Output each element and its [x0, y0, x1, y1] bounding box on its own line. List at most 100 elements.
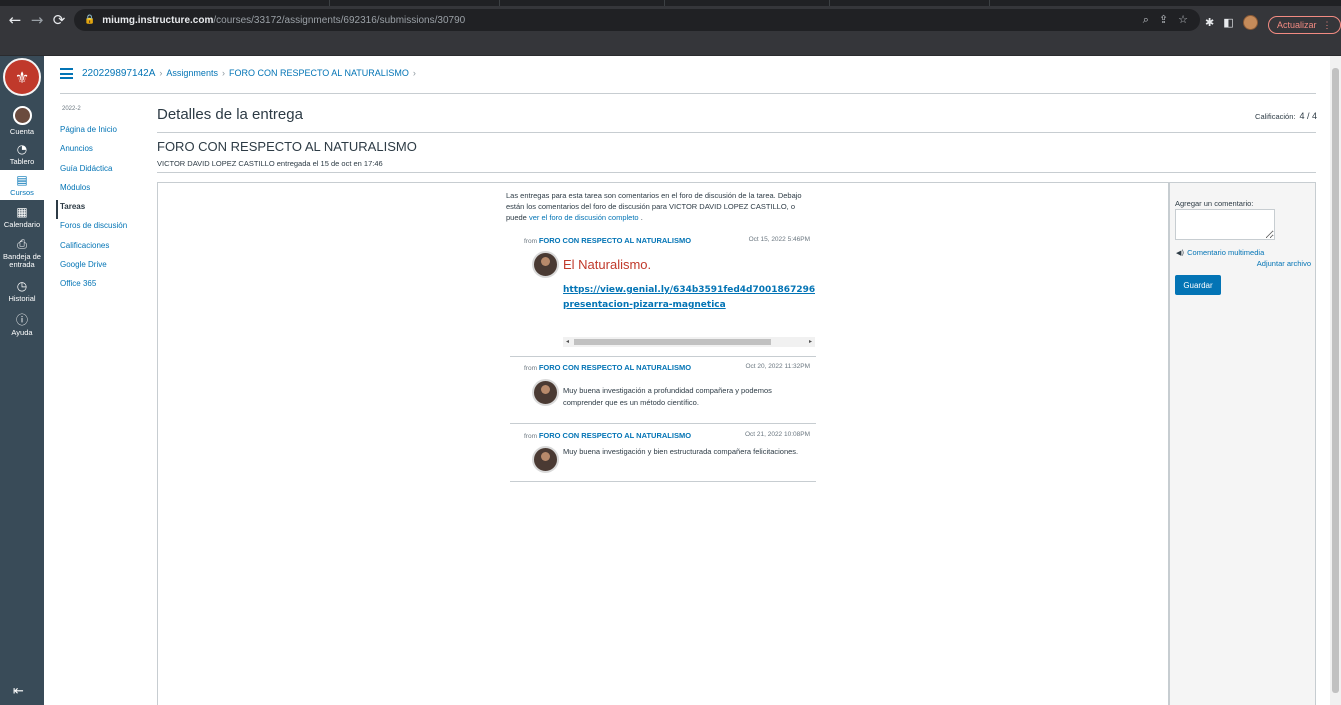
full-discussion-link[interactable]: ver el foro de discusión completo	[529, 213, 639, 222]
url-host: miumg.instructure.com	[102, 14, 214, 26]
course-nav-grades[interactable]: Calificaciones	[56, 239, 148, 258]
course-navigation: Página de Inicio Anuncios Guía Didáctica…	[56, 123, 148, 297]
entry-date: Oct 20, 2022 11:32PM	[745, 363, 810, 370]
grade-display: Calificación: 4 / 4	[1255, 111, 1317, 121]
scrollbar-thumb[interactable]	[574, 339, 771, 345]
course-nav-google-drive[interactable]: Google Drive	[56, 258, 148, 277]
breadcrumb-course[interactable]: 220229897142A	[82, 68, 155, 79]
course-nav-assignments[interactable]: Tareas	[56, 200, 148, 220]
link-line-2[interactable]: presentacion-pizarra-magnetica	[563, 298, 815, 313]
side-panel-icon[interactable]: ◧	[1223, 16, 1233, 29]
update-browser-button[interactable]: Actualizar ⋮	[1268, 16, 1341, 34]
share-icon[interactable]: ⇪	[1159, 13, 1168, 27]
scroll-right-icon[interactable]: ▸	[809, 337, 812, 347]
from-label: from	[524, 433, 537, 440]
from-label: from	[524, 365, 537, 372]
divider	[510, 423, 816, 424]
entry-forum-link[interactable]: FORO CON RESPECTO AL NATURALISMO	[539, 431, 691, 440]
bookmarks-bar	[0, 34, 1341, 56]
submission-intro: Las entregas para esta tarea son comenta…	[506, 190, 811, 223]
global-nav-account[interactable]: Cuenta	[0, 106, 44, 136]
global-nav-label: Ayuda	[11, 328, 33, 337]
comment-textarea[interactable]	[1175, 209, 1275, 240]
intro-end: .	[640, 213, 643, 222]
course-nav-announcements[interactable]: Anuncios	[56, 142, 148, 161]
page-scrollbar[interactable]	[1330, 56, 1341, 705]
global-nav-dashboard[interactable]: ◔ Tablero	[0, 143, 44, 166]
assignment-title: FORO CON RESPECTO AL NATURALISMO	[157, 139, 417, 154]
entry-text: Muy buena investigación a profundidad co…	[563, 386, 772, 407]
entry-date: Oct 21, 2022 10:08PM	[744, 431, 810, 438]
url-path: /courses/33172/assignments/692316/submis…	[213, 14, 466, 26]
page-title: Detalles de la entrega	[157, 106, 303, 123]
help-icon: ⓘ	[15, 313, 28, 327]
entry-header: from FORO CON RESPECTO AL NATURALISMO Oc…	[524, 236, 810, 245]
global-nav-courses[interactable]: ▤ Cursos	[0, 170, 44, 200]
course-nav-modules[interactable]: Módulos	[56, 181, 148, 200]
profile-avatar[interactable]	[1242, 15, 1258, 30]
comment-label: Agregar un comentario:	[1175, 199, 1254, 208]
breadcrumb-assignments[interactable]: Assignments	[166, 68, 218, 78]
divider	[60, 93, 1316, 94]
media-comment-label[interactable]: Comentario multimedia	[1187, 248, 1264, 257]
attach-file-link[interactable]: Adjuntar archivo	[1257, 259, 1311, 268]
entry-forum-link[interactable]: FORO CON RESPECTO AL NATURALISMO	[539, 363, 691, 372]
submitted-date: entregada el 15 de oct en 17:46	[276, 159, 383, 168]
reload-icon[interactable]: ⟳	[48, 9, 70, 31]
grade-value: 4 / 4	[1299, 111, 1317, 121]
course-nav-guide[interactable]: Guía Didáctica	[56, 162, 148, 181]
media-comment-link[interactable]: ◀) Comentario multimedia	[1176, 248, 1264, 257]
entry-header: from FORO CON RESPECTO AL NATURALISMO Oc…	[524, 363, 810, 372]
entry-header: from FORO CON RESPECTO AL NATURALISMO Oc…	[524, 431, 810, 440]
scroll-left-icon[interactable]: ◂	[566, 337, 569, 347]
global-nav-help[interactable]: ⓘ Ayuda	[0, 314, 44, 337]
back-arrow-icon[interactable]: ←	[4, 9, 26, 31]
submission-frame	[157, 182, 1169, 705]
global-nav-label: Tablero	[9, 157, 35, 166]
breadcrumb-separator: ›	[221, 68, 225, 78]
global-navigation: ⚜ Cuenta ◔ Tablero ▤ Cursos ▦ Calendario…	[0, 56, 44, 705]
dashboard-icon: ◔	[16, 142, 28, 156]
save-button[interactable]: Guardar	[1175, 275, 1221, 295]
breadcrumb: 220229897142A › Assignments › FORO CON RESPE…	[82, 68, 420, 79]
entry-text: Muy buena investigación y bien estructur…	[563, 447, 799, 456]
page-scrollbar-thumb[interactable]	[1332, 68, 1339, 693]
bookmark-star-icon[interactable]: ☆	[1178, 13, 1188, 27]
global-nav-label: Cuenta	[9, 127, 35, 136]
course-menu-toggle[interactable]	[60, 68, 73, 79]
divider	[510, 481, 816, 482]
global-nav-history[interactable]: ◷ Historial	[0, 280, 44, 303]
link-line-1[interactable]: https://view.genial.ly/634b3591fed4d7001…	[563, 283, 815, 298]
global-nav-label: Calendario	[3, 220, 41, 229]
divider	[157, 132, 1316, 133]
from-label: from	[524, 238, 537, 245]
collapse-nav-icon[interactable]: ⇤	[13, 684, 24, 699]
zoom-icon[interactable]: ⌕	[1143, 13, 1149, 27]
global-nav-calendar[interactable]: ▦ Calendario	[0, 206, 44, 229]
entry-title: El Naturalismo.	[563, 257, 652, 272]
kebab-menu-icon: ⋮	[1322, 19, 1332, 30]
inbox-icon: ⎙	[17, 237, 27, 251]
courses-icon: ▤	[16, 173, 28, 187]
breadcrumb-assignment[interactable]: FORO CON RESPECTO AL NATURALISMO	[229, 68, 409, 78]
course-nav-discussions[interactable]: Foros de discusión	[56, 219, 148, 238]
address-bar[interactable]: 🔒 miumg.instructure.com/courses/33172/as…	[74, 9, 1200, 31]
entry-author-avatar	[532, 251, 559, 278]
forward-arrow-icon[interactable]: →	[26, 9, 48, 31]
university-logo[interactable]: ⚜	[3, 58, 41, 96]
genially-link[interactable]: https://view.genial.ly/634b3591fed4d7001…	[563, 283, 815, 313]
entry-forum-link[interactable]: FORO CON RESPECTO AL NATURALISMO	[539, 236, 691, 245]
course-nav-home[interactable]: Página de Inicio	[56, 123, 148, 142]
course-term: 2022-2	[62, 106, 81, 112]
divider	[157, 172, 1316, 173]
extensions-puzzle-icon[interactable]: ✱	[1205, 16, 1214, 29]
course-nav-office365[interactable]: Office 365	[56, 277, 148, 296]
calendar-icon: ▦	[16, 205, 28, 219]
global-nav-inbox[interactable]: ⎙ Bandeja de entrada	[0, 238, 44, 269]
horizontal-scrollbar[interactable]: ◂ ▸	[563, 337, 815, 347]
submission-meta: VICTOR DAVID LOPEZ CASTILLO entregada el…	[157, 159, 383, 168]
entry-date: Oct 15, 2022 5:46PM	[748, 236, 810, 243]
global-nav-label: Bandeja de entrada	[3, 252, 41, 269]
breadcrumb-separator: ›	[159, 68, 163, 78]
breadcrumb-separator: ›	[412, 68, 416, 78]
